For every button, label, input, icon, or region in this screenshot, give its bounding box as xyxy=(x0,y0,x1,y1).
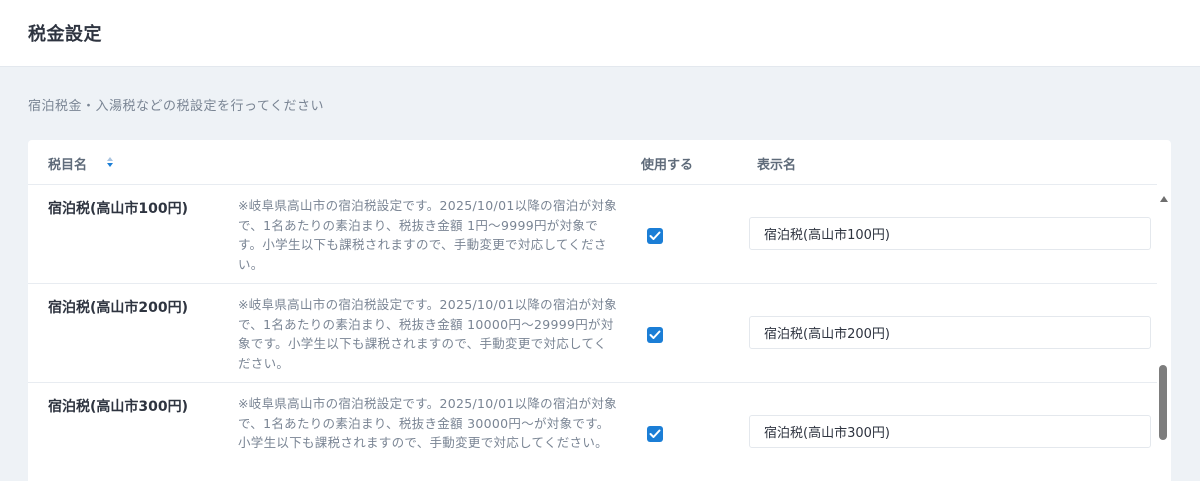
table-row: 宿泊税(高山市100円) ※岐阜県高山市の宿泊税設定です。2025/10/01以… xyxy=(28,185,1157,284)
tax-note: ※岐阜県高山市の宿泊税設定です。2025/10/01以降の宿泊が対象で、1名あた… xyxy=(238,396,617,450)
tax-settings-table: 税目名 使用する 表示名 宿泊税(高山市100円) ※岐阜県高山市の宿泊税設定で… xyxy=(28,140,1171,481)
check-icon xyxy=(649,429,661,438)
display-name-input[interactable] xyxy=(749,316,1151,349)
display-name-input[interactable] xyxy=(749,415,1151,448)
column-header-use: 使用する xyxy=(641,158,694,173)
tax-name: 宿泊税(高山市300円) xyxy=(48,399,189,415)
table-row: 宿泊税(高山市200円) ※岐阜県高山市の宿泊税設定です。2025/10/01以… xyxy=(28,284,1157,383)
page-title: 税金設定 xyxy=(28,24,102,45)
use-checkbox[interactable] xyxy=(647,228,663,244)
table-header: 税目名 使用する 表示名 xyxy=(28,140,1171,185)
table-row: 宿泊税(高山市300円) ※岐阜県高山市の宿泊税設定です。2025/10/01以… xyxy=(28,383,1157,481)
column-header-display-name: 表示名 xyxy=(757,158,797,173)
page-description: 宿泊税金・入湯税などの税設定を行ってください xyxy=(28,99,324,114)
tax-name: 宿泊税(高山市200円) xyxy=(48,300,189,316)
scrollbar-thumb[interactable] xyxy=(1159,365,1167,440)
check-icon xyxy=(649,231,661,240)
scroll-up-arrow-icon[interactable] xyxy=(1159,188,1169,202)
check-icon xyxy=(649,330,661,339)
sort-icon[interactable] xyxy=(105,155,115,169)
tax-note: ※岐阜県高山市の宿泊税設定です。2025/10/01以降の宿泊が対象で、1名あた… xyxy=(238,198,617,272)
tax-note: ※岐阜県高山市の宿泊税設定です。2025/10/01以降の宿泊が対象で、1名あた… xyxy=(238,297,617,371)
use-checkbox[interactable] xyxy=(647,327,663,343)
column-header-name[interactable]: 税目名 xyxy=(48,154,87,173)
use-checkbox[interactable] xyxy=(647,426,663,442)
tax-name: 宿泊税(高山市100円) xyxy=(48,201,189,217)
top-bar: 税金設定 xyxy=(0,0,1200,66)
display-name-input[interactable] xyxy=(749,217,1151,250)
